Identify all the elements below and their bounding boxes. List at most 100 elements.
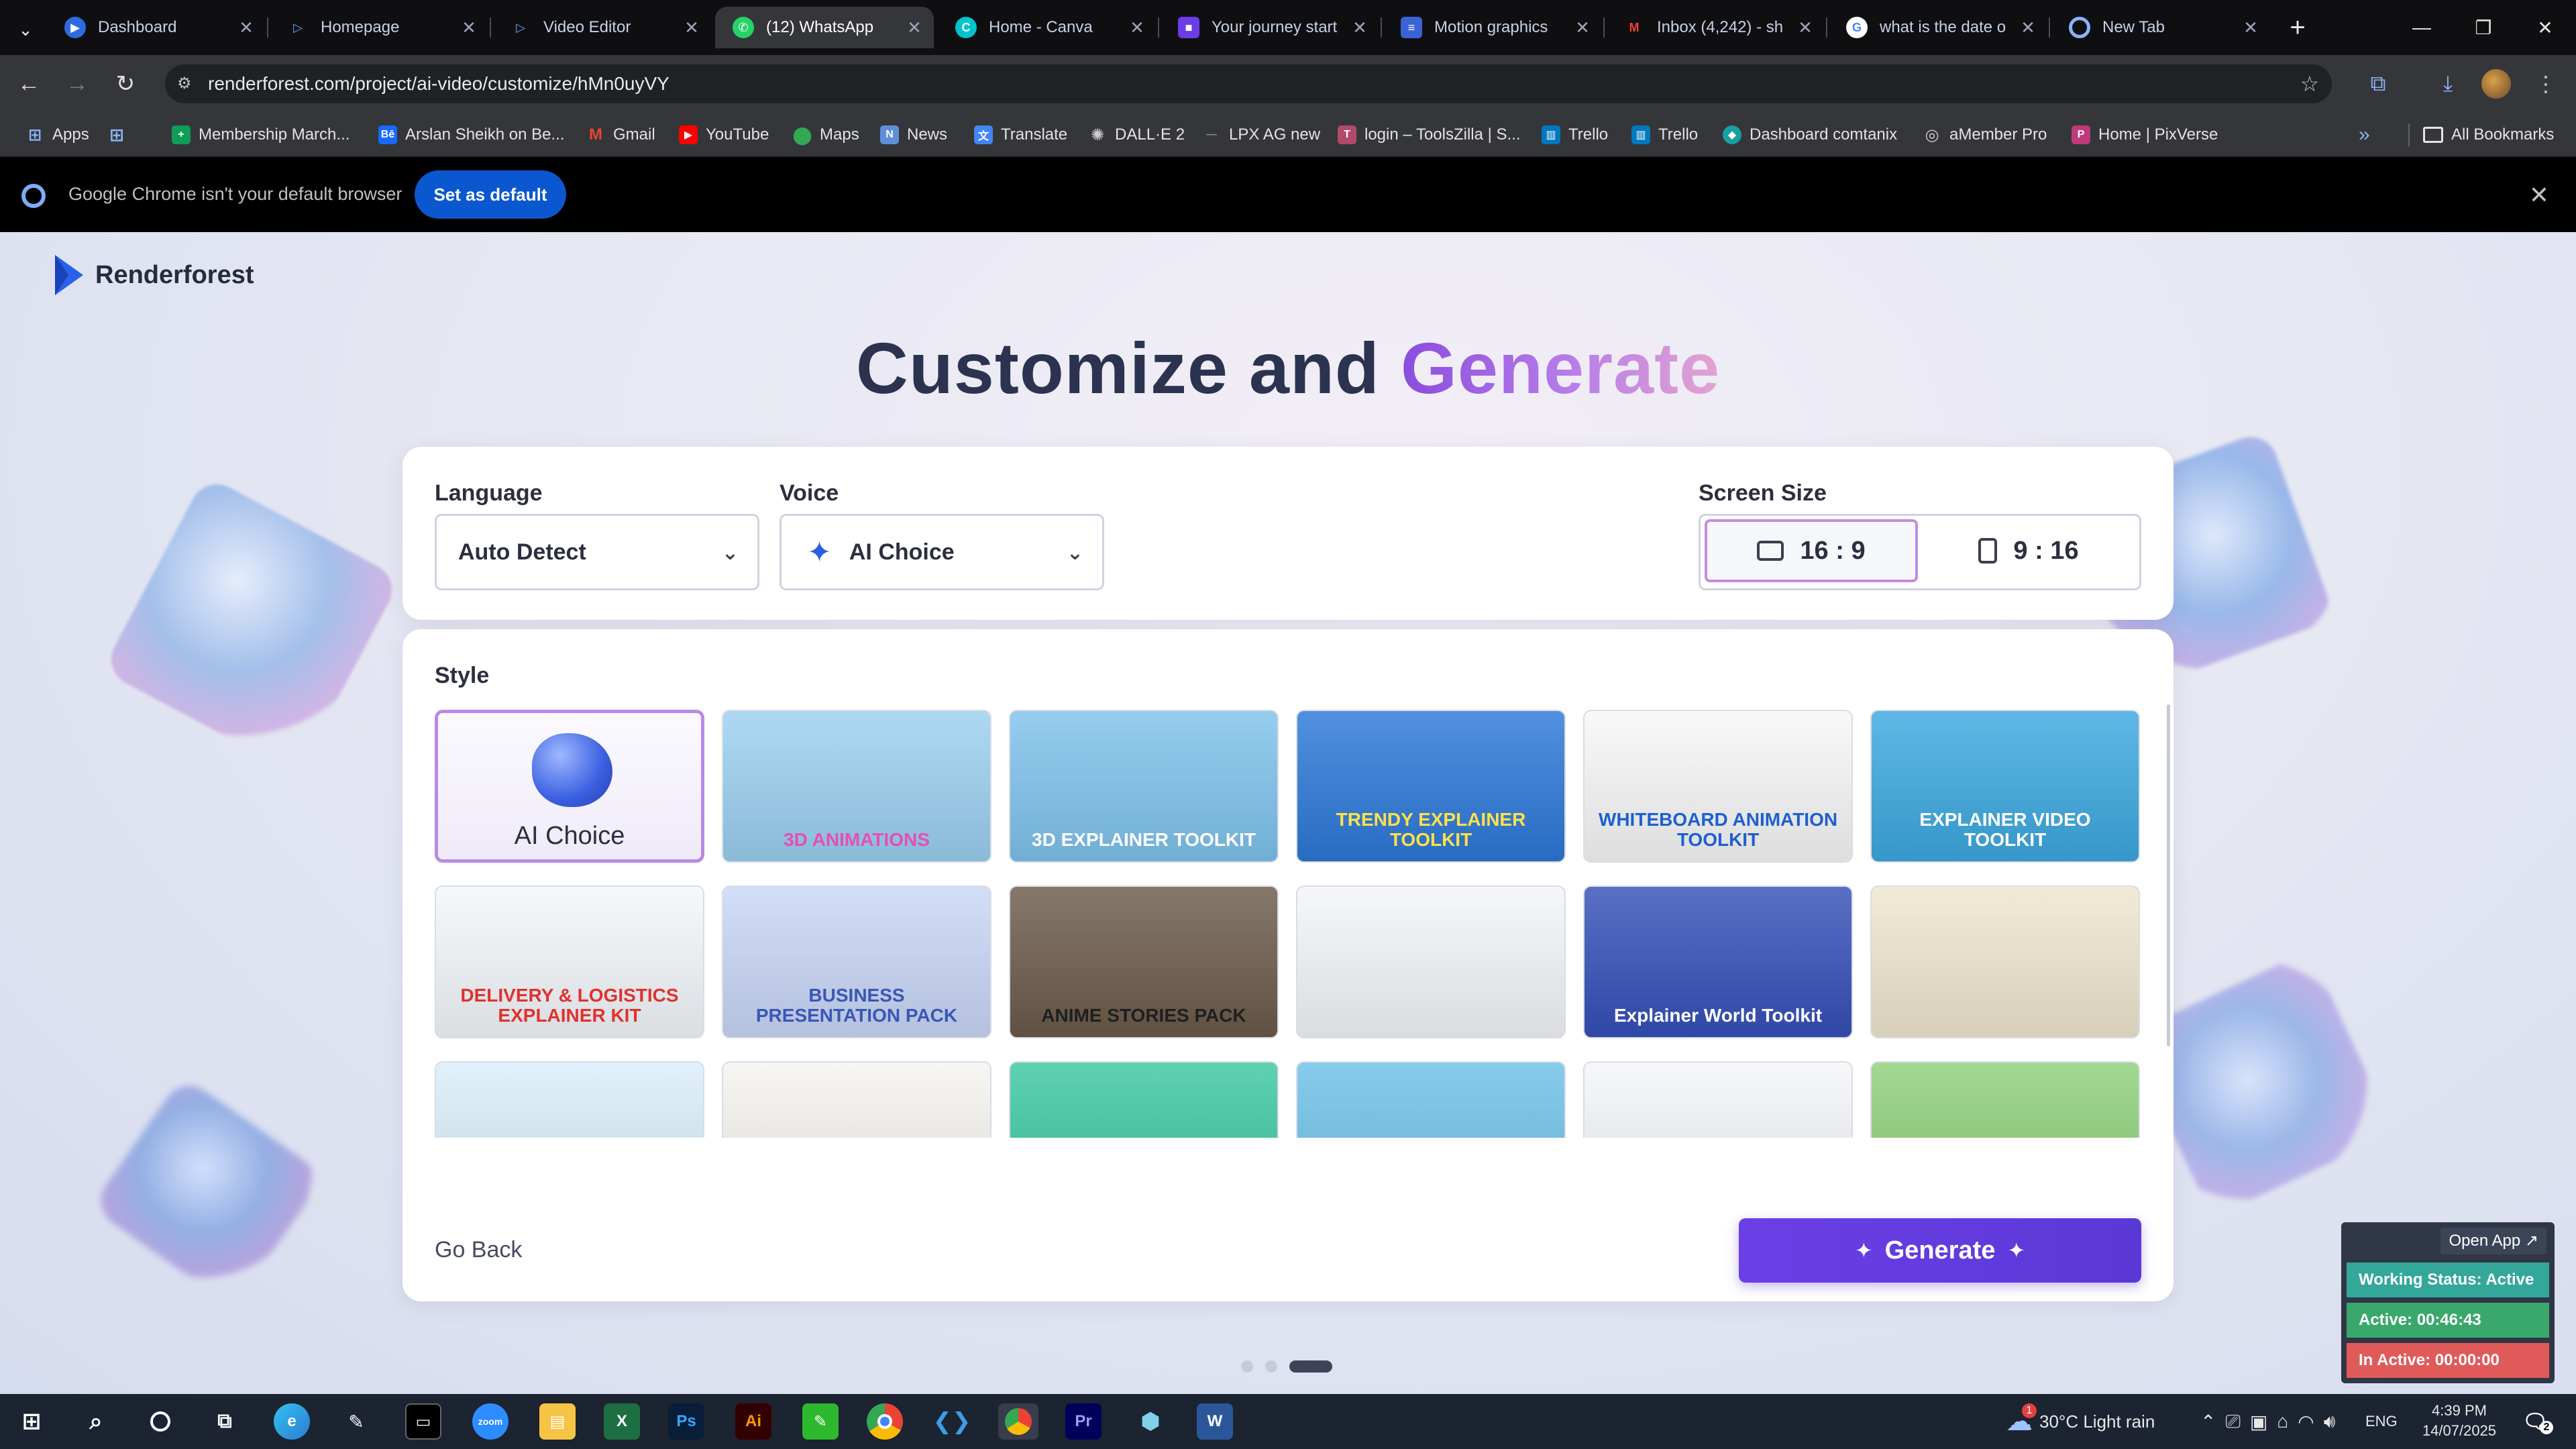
style-thumbnail-delivery-logistics-kit[interactable]: DELIVERY & LOGISTICS EXPLAINER KIT — [435, 885, 704, 1038]
style-thumbnail-ai-choice[interactable]: AI Choice — [435, 710, 704, 863]
renderforest-logo[interactable]: Renderforest — [52, 254, 254, 297]
bookmark-star-icon[interactable]: ☆ — [2293, 67, 2326, 101]
bookmark-apps[interactable]: ⊞ Apps — [25, 121, 89, 149]
tab-search-button[interactable]: ⌄ — [12, 16, 39, 43]
search-icon[interactable]: ⌕ — [78, 1403, 114, 1440]
green-app-icon[interactable]: ✎ — [802, 1403, 839, 1440]
voice-select[interactable]: ✦ AI Choice ⌄ — [780, 514, 1104, 590]
volume-icon[interactable]: 🔊︎ — [2324, 1411, 2345, 1433]
edge-icon[interactable]: e — [274, 1403, 310, 1440]
style-scrollbar[interactable] — [2167, 704, 2170, 1046]
style-thumbnail-business-presentation-pack[interactable]: BUSINESS PRESENTATION PACK — [722, 885, 991, 1038]
tab-motion-graphics[interactable]: ≡ Motion graphics ✕ — [1383, 7, 1602, 48]
pagination-dot-active[interactable] — [1289, 1360, 1332, 1373]
generate-button[interactable]: ✦ Generate ✦ — [1739, 1218, 2141, 1283]
style-thumbnail-business-people-pack[interactable] — [722, 1061, 991, 1138]
style-thumbnail-trendy-explainer-toolkit[interactable]: TRENDY EXPLAINER TOOLKIT — [1296, 710, 1566, 863]
tray-icons[interactable]: ⌃ ⎚ ▣ ⌂ ◠ 🔊︎ — [2200, 1394, 2345, 1449]
app-icon[interactable]: ⬢ — [1132, 1403, 1169, 1440]
close-icon[interactable]: ✕ — [236, 17, 256, 38]
zoom-icon[interactable]: zoom — [472, 1403, 508, 1440]
bookmark-pixverse[interactable]: P Home | PixVerse — [2072, 121, 2218, 149]
avatar[interactable] — [2479, 67, 2513, 101]
pagination-dot[interactable] — [1241, 1360, 1253, 1373]
bookmark-trello-1[interactable]: ▥ Trello — [1542, 121, 1608, 149]
minimize-button[interactable]: — — [2391, 0, 2453, 55]
photoshop-icon[interactable]: Ps — [668, 1403, 704, 1440]
meet-icon[interactable]: ⎚ — [2225, 1411, 2249, 1433]
bookmark-dalle[interactable]: ✺ DALL·E 2 — [1088, 121, 1185, 149]
language-select[interactable]: Auto Detect ⌄ — [435, 514, 759, 590]
new-tab-button[interactable]: + — [2281, 11, 2314, 44]
back-icon[interactable]: ← — [12, 67, 46, 101]
close-icon[interactable]: ✕ — [904, 17, 924, 38]
close-icon[interactable]: ✕ — [2241, 17, 2261, 38]
task-view-icon[interactable]: ⧉ — [207, 1403, 243, 1440]
tab-new-tab[interactable]: New Tab ✕ — [2051, 7, 2270, 48]
bookmark-maps[interactable]: ⬤ Maps — [792, 121, 859, 149]
pagination-dot[interactable] — [1265, 1360, 1277, 1373]
extensions-icon[interactable]: ⧉ — [2361, 67, 2395, 101]
bookmark-news[interactable]: N News — [880, 121, 947, 149]
forward-icon[interactable]: → — [60, 67, 94, 101]
cortana-icon[interactable] — [142, 1403, 178, 1440]
style-thumbnail-anime-stories-pack[interactable]: ANIME STORIES PACK — [1009, 885, 1279, 1038]
clock[interactable]: 4:39 PM 14/07/2025 — [2419, 1401, 2500, 1441]
tab-google-search[interactable]: G what is the date o ✕ — [1829, 7, 2047, 48]
open-app-button[interactable]: Open App ↗ — [2440, 1228, 2546, 1254]
reload-icon[interactable]: ↻ — [109, 67, 142, 101]
style-thumbnail-pets-people-pack[interactable] — [1296, 885, 1566, 1038]
style-thumbnail-outdoor-pack[interactable] — [1296, 1061, 1566, 1138]
go-back-button[interactable]: Go Back — [435, 1237, 522, 1263]
style-thumbnail-graduation-pack[interactable] — [1870, 885, 2140, 1038]
download-icon[interactable]: ⤓ — [2431, 67, 2465, 101]
more-bookmarks-icon[interactable]: » — [2359, 121, 2370, 149]
bookmark-toolszilla[interactable]: Tlogin – ToolsZilla | S... — [1338, 121, 1521, 149]
tab-journey[interactable]: ■ Your journey start ✕ — [1161, 7, 1379, 48]
close-icon[interactable]: ✕ — [2018, 17, 2038, 38]
style-thumbnail-explainer-video-toolkit[interactable]: EXPLAINER VIDEO TOOLKIT — [1870, 710, 2140, 863]
chrome-icon[interactable] — [867, 1403, 903, 1440]
screen-icon[interactable]: ▣ — [2250, 1411, 2277, 1433]
notification-icon[interactable]: 🗨︎ 2 — [2517, 1403, 2553, 1440]
restore-button[interactable]: ❐ — [2453, 0, 2514, 55]
bookmark-lpx[interactable]: — LPX AG new — [1202, 121, 1320, 149]
tab-canva[interactable]: C Home - Canva ✕ — [938, 7, 1157, 48]
chrome-active-icon[interactable] — [998, 1403, 1038, 1440]
style-thumbnail-3d-animations[interactable]: 3D ANIMATIONS — [722, 710, 991, 863]
address-bar[interactable]: ⚙ renderforest.com/project/ai-video/cust… — [165, 64, 2332, 103]
terminal-icon[interactable]: ▭ — [405, 1403, 441, 1440]
site-info-icon[interactable]: ⚙ — [177, 74, 197, 94]
tab-video-editor[interactable]: ▷ Video Editor ✕ — [492, 7, 711, 48]
tab-whatsapp[interactable]: ✆ (12) WhatsApp ✕ — [715, 7, 934, 48]
style-thumbnail-ultimate-icon-animation-pack[interactable]: ULTIMATE ICON ANIMATION PACK — [1583, 1061, 1853, 1138]
bookmark-amember[interactable]: ◎ aMember Pro — [1923, 121, 2047, 149]
style-thumbnail-healthcare-explainer-toolkit[interactable]: HEALTHCARE Explainer Toolkit — [435, 1061, 704, 1138]
tab-dashboard[interactable]: ▶ Dashboard ✕ — [47, 7, 266, 48]
bookmark-gmail[interactable]: M Gmail — [586, 121, 655, 149]
menu-icon[interactable]: ⋮ — [2529, 67, 2563, 101]
premiere-icon[interactable]: Pr — [1065, 1403, 1102, 1440]
close-icon[interactable]: ✕ — [1795, 17, 1815, 38]
bookmark-membership[interactable]: + Membership March... — [172, 121, 350, 149]
ratio-16-9-option[interactable]: 16 : 9 — [1705, 519, 1918, 582]
tab-homepage[interactable]: ▷ Homepage ✕ — [270, 7, 488, 48]
bookmark-translate[interactable]: 文 Translate — [974, 121, 1067, 149]
excel-icon[interactable]: X — [604, 1403, 640, 1440]
close-icon[interactable]: ✕ — [682, 17, 702, 38]
word-icon[interactable]: W — [1197, 1403, 1233, 1440]
close-window-button[interactable]: ✕ — [2514, 0, 2576, 55]
bookmark-trello-2[interactable]: ▥ Trello — [1631, 121, 1698, 149]
bookmark-youtube[interactable]: ▶ YouTube — [679, 121, 769, 149]
style-thumbnail-whiteboard-animation-toolkit[interactable]: WHITEBOARD ANIMATION TOOLKIT — [1583, 710, 1853, 863]
bookmark-comtanix[interactable]: ◆ Dashboard comtanix — [1723, 121, 1897, 149]
all-bookmarks[interactable]: All Bookmarks — [2423, 121, 2554, 149]
close-icon[interactable]: ✕ — [1350, 17, 1370, 38]
wifi-icon[interactable]: ◠ — [2298, 1411, 2323, 1433]
set-default-button[interactable]: Set as default — [415, 170, 566, 219]
pen-icon[interactable]: ✎ — [338, 1403, 374, 1440]
tab-gmail[interactable]: M Inbox (4,242) - sh ✕ — [1606, 7, 1825, 48]
network-icon[interactable]: ⌂ — [2277, 1411, 2298, 1432]
windows-start-icon[interactable]: ⊞ — [13, 1403, 50, 1440]
illustrator-icon[interactable]: Ai — [735, 1403, 771, 1440]
